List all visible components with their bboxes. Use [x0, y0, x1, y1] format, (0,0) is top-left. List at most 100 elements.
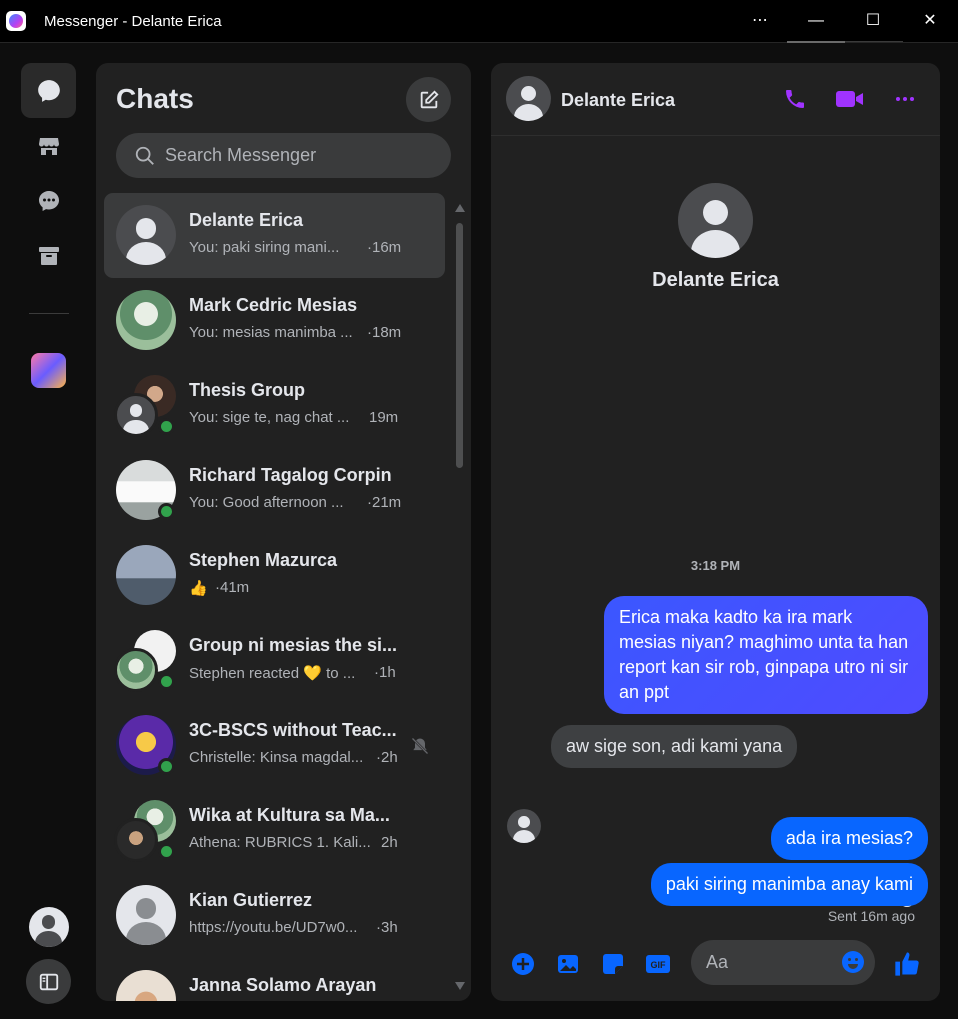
avatar [116, 970, 176, 1001]
new-message-button[interactable] [406, 77, 451, 122]
chat-time: 2h [381, 834, 398, 851]
chat-preview: https://youtu.be/UD7w0... [189, 919, 358, 936]
thumbs-up-icon [895, 952, 919, 976]
chat-item-wika-at-kultura[interactable]: Wika at Kultura sa Ma... Athena: RUBRICS… [104, 788, 445, 873]
chat-name: Stephen Mazurca [189, 550, 338, 570]
chat-preview: Stephen reacted 💛 to ... [189, 665, 356, 682]
sticker-button[interactable] [598, 949, 628, 979]
incoming-message[interactable]: aw sige son, adi kami yana [551, 725, 798, 768]
scrollbar-thumb[interactable] [456, 223, 463, 468]
message-timestamp: 3:18 PM [690, 558, 741, 573]
online-indicator [158, 758, 175, 775]
outgoing-message[interactable]: paki siring manimba anay kami [650, 863, 928, 906]
emoji-button[interactable] [840, 949, 866, 975]
profile-nav-button[interactable] [21, 899, 76, 954]
chat-name: Mark Cedric Mesias [189, 295, 358, 315]
online-indicator [158, 673, 175, 690]
chats-heading: Chats [116, 83, 194, 114]
compose-icon [420, 89, 439, 108]
chat-time: ·16m [367, 239, 402, 256]
attach-image-button[interactable] [553, 949, 583, 979]
sidebar-toggle-icon [39, 973, 58, 990]
chat-item-mark-cedric-mesias[interactable]: Mark Cedric Mesias You: mesias manimba .… [104, 278, 445, 363]
chat-item-kian-gutierrez[interactable]: Kian Gutierrez https://youtu.be/UD7w0...… [104, 873, 445, 958]
chat-item-richard-tagalog-corpin[interactable]: Richard Tagalog Corpin You: Good afterno… [104, 448, 445, 533]
sticker-icon [603, 954, 623, 974]
marketplace-nav-button[interactable] [21, 118, 76, 173]
chat-name: Janna Solamo Arayan [189, 975, 377, 995]
profile-avatar[interactable] [678, 183, 753, 258]
chat-name: Thesis Group [189, 380, 306, 400]
rail-divider [29, 313, 69, 314]
profile-name: Delante Erica [652, 269, 779, 291]
chat-preview: Athena: RUBRICS 1. Kali... [189, 834, 371, 851]
user-avatar [28, 906, 69, 947]
search-placeholder: Search Messenger [165, 145, 317, 165]
message-requests-nav-button[interactable] [21, 173, 76, 228]
chat-item-stephen-mazurca[interactable]: Stephen Mazurca 👍 ·41m [104, 533, 445, 618]
scroll-down-icon[interactable] [454, 981, 466, 991]
group-avatar-front [114, 393, 158, 437]
plus-circle-icon [512, 953, 534, 975]
muted-bell-icon [411, 737, 429, 755]
chat-item-janna-solamo-arayan[interactable]: Janna Solamo Arayan [104, 958, 445, 1001]
online-indicator [158, 503, 175, 520]
group-avatar-front [114, 648, 158, 692]
video-camera-icon [836, 91, 863, 107]
chats-icon [37, 79, 60, 102]
chat-time: ·2h [376, 749, 398, 766]
chat-name: Kian Gutierrez [189, 890, 313, 910]
scroll-up-icon[interactable] [454, 203, 466, 213]
online-indicator [158, 418, 175, 435]
navigation-rail [0, 44, 96, 1019]
video-call-button[interactable] [835, 84, 865, 114]
outgoing-message[interactable]: ada ira mesias? [770, 817, 928, 860]
chat-preview: You: mesias manimba ... [189, 324, 353, 341]
phone-icon [786, 90, 804, 108]
chat-time: ·1h [374, 664, 396, 681]
chat-time: ·21m [367, 494, 402, 511]
chat-preview: Christelle: Kinsa magdal... [189, 749, 364, 766]
chat-preview: You: Good afternoon ... [189, 494, 344, 511]
message-requests-icon [38, 190, 59, 211]
window-more-button[interactable]: ⋯ [738, 6, 782, 36]
search-input[interactable]: Search Messenger [116, 133, 451, 178]
online-indicator [158, 843, 175, 860]
chat-time: 19m [369, 409, 399, 426]
gif-icon: GIF [646, 955, 670, 973]
more-options-icon [896, 97, 914, 101]
archive-icon [38, 246, 59, 265]
chat-name: 3C-BSCS without Teac... [189, 720, 397, 740]
messenger-logo-icon [6, 11, 26, 31]
chat-item-delante-erica[interactable]: Delante Erica You: paki siring mani... ·… [104, 193, 445, 278]
chat-item-3c-bscs[interactable]: 3C-BSCS without Teac... Christelle: Kins… [104, 703, 445, 788]
chat-name: Delante Erica [189, 210, 304, 230]
avatar [116, 205, 176, 265]
chat-item-thesis-group[interactable]: Thesis Group You: sige te, nag chat ... … [104, 363, 445, 448]
minimize-button[interactable]: — [794, 6, 838, 36]
chat-name: Richard Tagalog Corpin [189, 465, 392, 485]
chats-nav-button[interactable] [21, 63, 76, 118]
avatar [116, 290, 176, 350]
archive-nav-button[interactable] [21, 228, 76, 283]
maximize-button[interactable]: ☐ [851, 6, 895, 36]
conversation-info-button[interactable] [890, 84, 920, 114]
outgoing-message[interactable]: Erica maka kadto ka ira mark mesias niya… [604, 596, 928, 714]
community-nav-button[interactable] [21, 343, 76, 398]
chat-name: Wika at Kultura sa Ma... [189, 805, 390, 825]
gif-button[interactable]: GIF [643, 949, 673, 979]
more-actions-button[interactable] [508, 949, 538, 979]
contact-name[interactable]: Delante Erica [561, 90, 675, 111]
window-tab-divider [845, 41, 903, 42]
send-like-button[interactable] [892, 949, 922, 979]
search-icon [135, 146, 154, 165]
close-button[interactable]: ✕ [908, 6, 952, 36]
toggle-sidebar-button[interactable] [21, 954, 76, 1009]
avatar [116, 545, 176, 605]
audio-call-button[interactable] [780, 84, 810, 114]
chat-item-group-ni-mesias[interactable]: Group ni mesias the si... Stephen reacte… [104, 618, 445, 703]
conversation-panel: Delante Erica Delante Erica 3:18 PM Eric… [491, 63, 940, 1001]
contact-avatar[interactable] [506, 76, 551, 121]
chat-preview: 👍 [189, 580, 208, 597]
community-icon [31, 353, 66, 388]
